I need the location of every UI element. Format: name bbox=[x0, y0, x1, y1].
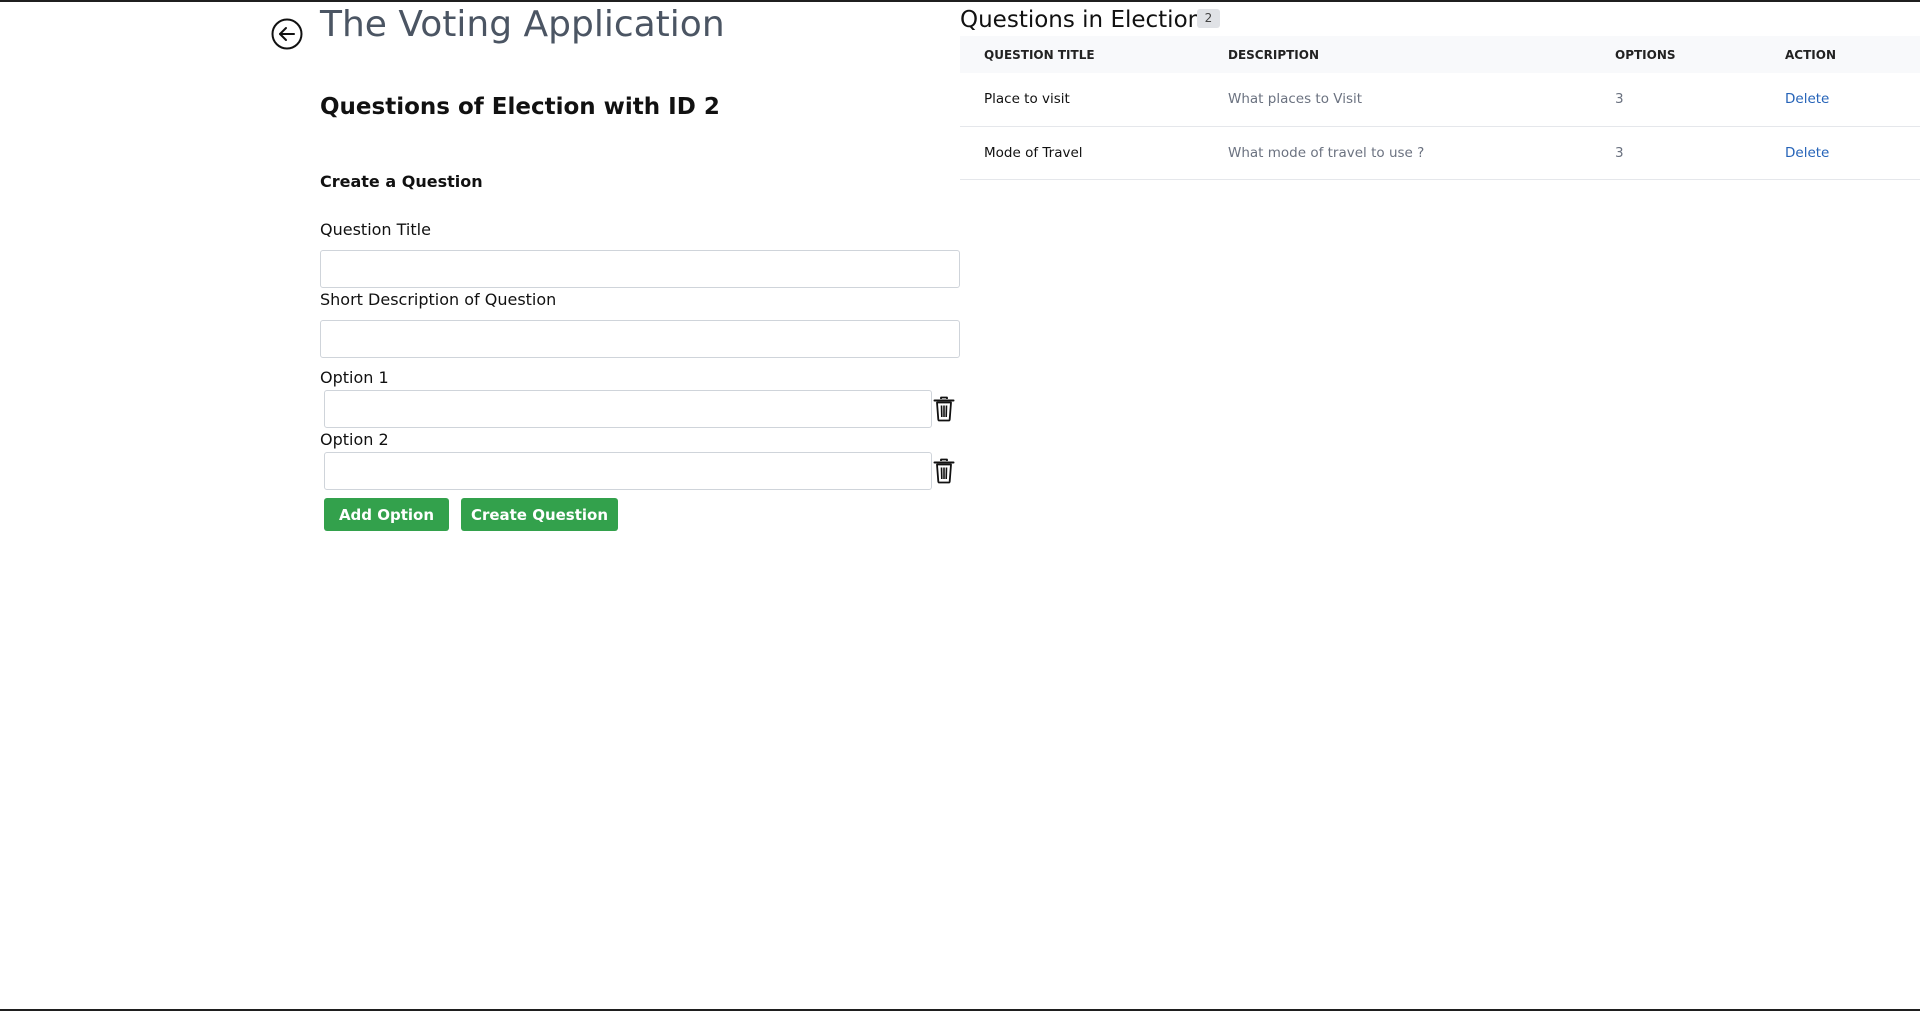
table-row: Place to visit What places to Visit 3 De… bbox=[960, 73, 1920, 126]
questions-table: QUESTION TITLE DESCRIPTION OPTIONS ACTIO… bbox=[960, 36, 1920, 180]
description-input[interactable] bbox=[320, 320, 960, 358]
back-button[interactable] bbox=[271, 18, 303, 50]
delete-question-link[interactable]: Delete bbox=[1785, 91, 1829, 107]
column-header-options: OPTIONS bbox=[1615, 47, 1676, 62]
window-top-border bbox=[0, 0, 1920, 2]
page-heading: Questions of Election with ID 2 bbox=[320, 94, 720, 120]
trash-icon bbox=[933, 396, 955, 422]
question-description-cell: What places to Visit bbox=[1228, 91, 1363, 108]
arrow-left-circle-icon bbox=[271, 18, 303, 50]
question-title-cell: Place to visit bbox=[984, 91, 1070, 108]
option-2-input[interactable] bbox=[324, 452, 932, 490]
question-description-cell: What mode of travel to use ? bbox=[1228, 144, 1425, 161]
action-cell: Delete bbox=[1785, 126, 1920, 179]
description-label: Short Description of Question bbox=[320, 290, 557, 309]
question-count-badge: 2 bbox=[1197, 9, 1220, 28]
app-title: The Voting Application bbox=[320, 4, 725, 45]
delete-option-1-button[interactable] bbox=[932, 396, 956, 422]
question-options-count-cell: 3 bbox=[1615, 91, 1624, 108]
question-title-cell: Mode of Travel bbox=[984, 144, 1083, 161]
column-header-action: ACTION bbox=[1785, 47, 1836, 62]
question-options-count-cell: 3 bbox=[1615, 144, 1624, 161]
create-question-heading: Create a Question bbox=[320, 172, 483, 191]
question-title-input[interactable] bbox=[320, 250, 960, 288]
column-header-question-title: QUESTION TITLE bbox=[984, 47, 1095, 62]
delete-question-link[interactable]: Delete bbox=[1785, 145, 1829, 161]
option-1-label: Option 1 bbox=[320, 368, 389, 387]
option-1-input[interactable] bbox=[324, 390, 932, 428]
column-header-description: DESCRIPTION bbox=[1228, 47, 1320, 62]
table-row: Mode of Travel What mode of travel to us… bbox=[960, 126, 1920, 179]
option-2-label: Option 2 bbox=[320, 430, 389, 449]
table-header-row: QUESTION TITLE DESCRIPTION OPTIONS ACTIO… bbox=[960, 36, 1920, 73]
questions-panel-title: Questions in Election bbox=[960, 7, 1203, 33]
create-question-button[interactable]: Create Question bbox=[461, 498, 618, 531]
question-title-label: Question Title bbox=[320, 220, 431, 239]
trash-icon bbox=[933, 458, 955, 484]
action-cell: Delete bbox=[1785, 73, 1920, 126]
delete-option-2-button[interactable] bbox=[932, 458, 956, 484]
add-option-button[interactable]: Add Option bbox=[324, 498, 449, 531]
